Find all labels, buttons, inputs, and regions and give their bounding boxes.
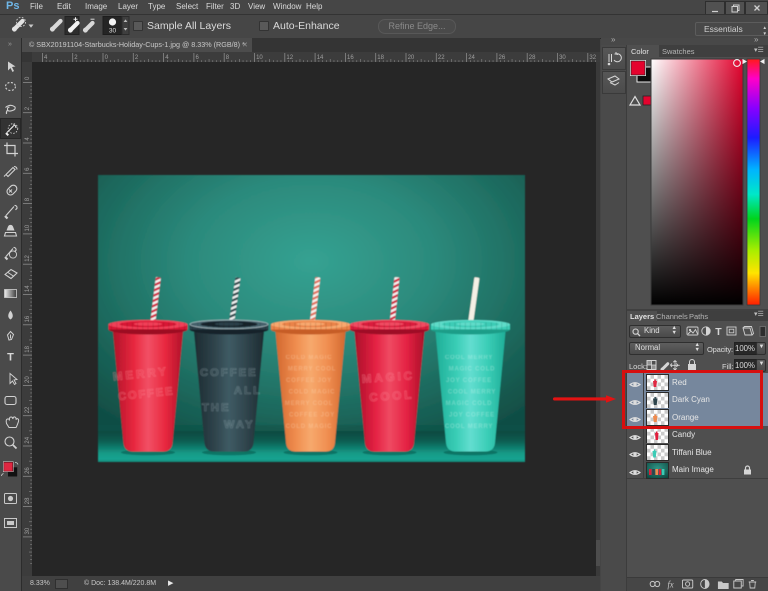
svg-text:12: 12 xyxy=(286,55,293,61)
svg-text:14: 14 xyxy=(25,285,31,292)
svg-text:JOY COFFEE: JOY COFFEE xyxy=(446,378,492,384)
svg-text:COLD MAGIC: COLD MAGIC xyxy=(286,424,333,430)
svg-text:WAY: WAY xyxy=(224,419,255,431)
svg-text:14: 14 xyxy=(317,55,324,61)
svg-text:22: 22 xyxy=(25,406,31,413)
svg-text:22: 22 xyxy=(438,55,445,61)
svg-text:24: 24 xyxy=(468,55,475,61)
svg-text:20: 20 xyxy=(408,55,415,61)
svg-text:28: 28 xyxy=(25,497,31,504)
svg-text:ALL: ALL xyxy=(234,385,262,397)
svg-text:COOL MERRY: COOL MERRY xyxy=(448,390,496,396)
svg-text:COFFEE: COFFEE xyxy=(200,367,258,379)
svg-text:THE: THE xyxy=(202,402,231,414)
svg-text:MERRY COOL: MERRY COOL xyxy=(285,401,333,407)
svg-text:COOL MERRY: COOL MERRY xyxy=(445,355,493,361)
svg-text:16: 16 xyxy=(25,315,31,322)
svg-text:MAGIC COLD: MAGIC COLD xyxy=(449,367,496,373)
svg-text:T: T xyxy=(7,352,14,364)
svg-text:26: 26 xyxy=(25,467,31,474)
svg-text:MERRY COOL: MERRY COOL xyxy=(288,367,336,373)
svg-text:30: 30 xyxy=(25,527,31,534)
svg-text:28: 28 xyxy=(529,55,536,61)
svg-text:20: 20 xyxy=(25,376,31,383)
svg-text:12: 12 xyxy=(25,254,31,261)
svg-text:COOL MERRY: COOL MERRY xyxy=(445,424,493,430)
svg-text:24: 24 xyxy=(25,436,31,443)
svg-text:30: 30 xyxy=(559,55,566,61)
svg-text:MAGIC COLD: MAGIC COLD xyxy=(446,401,493,407)
svg-text:fx: fx xyxy=(668,579,674,589)
svg-text:10: 10 xyxy=(25,224,31,231)
svg-text:JOY COFFEE: JOY COFFEE xyxy=(449,413,495,419)
svg-text:18: 18 xyxy=(377,55,384,61)
svg-text:T: T xyxy=(715,326,722,338)
svg-text:10: 10 xyxy=(256,55,263,61)
svg-text:16: 16 xyxy=(347,55,354,61)
svg-text:»: » xyxy=(8,41,12,48)
svg-text:32: 32 xyxy=(589,55,596,61)
svg-text:COFFEE JOY: COFFEE JOY xyxy=(286,378,332,384)
svg-text:30: 30 xyxy=(109,28,117,35)
svg-text:18: 18 xyxy=(25,345,31,352)
svg-text:COLD MAGIC: COLD MAGIC xyxy=(289,390,336,396)
svg-text:COFFEE JOY: COFFEE JOY xyxy=(289,413,335,419)
svg-text:26: 26 xyxy=(499,55,506,61)
svg-text:COLD MAGIC: COLD MAGIC xyxy=(286,355,333,361)
